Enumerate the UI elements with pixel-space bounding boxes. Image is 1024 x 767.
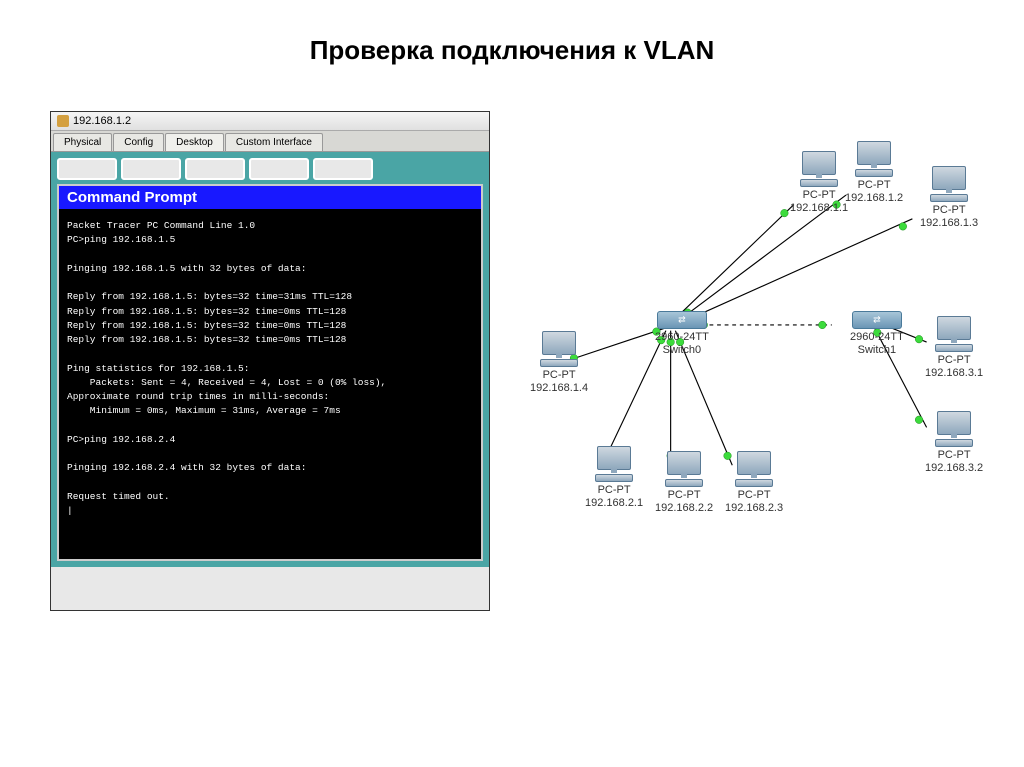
- pc-device[interactable]: PC-PT192.168.2.1: [585, 446, 643, 510]
- desktop-app-icon[interactable]: [185, 158, 245, 180]
- window-title: 192.168.1.2: [73, 115, 131, 127]
- pc-device[interactable]: PC-PT192.168.1.3: [920, 166, 978, 230]
- desktop-app-icon[interactable]: [249, 158, 309, 180]
- pc-icon: [592, 446, 636, 482]
- device-label: PC-PT192.168.3.2: [925, 449, 983, 475]
- network-topology: PC-PT192.168.1.4PC-PT192.168.1.1PC-PT192…: [500, 111, 974, 611]
- command-prompt-window: Command Prompt Packet Tracer PC Command …: [57, 184, 483, 561]
- tab-config[interactable]: Config: [113, 133, 164, 151]
- tab-physical[interactable]: Physical: [53, 133, 112, 151]
- pc-icon: [662, 451, 706, 487]
- command-prompt-output[interactable]: Packet Tracer PC Command Line 1.0 PC>pin…: [59, 209, 481, 559]
- pc-icon: [932, 411, 976, 447]
- packet-tracer-pc-window: 192.168.1.2 Physical Config Desktop Cust…: [50, 111, 490, 611]
- command-prompt-title: Command Prompt: [59, 186, 481, 209]
- device-label: PC-PT192.168.1.4: [530, 369, 588, 395]
- device-label: PC-PT192.168.1.3: [920, 204, 978, 230]
- desktop-app-icon[interactable]: [313, 158, 373, 180]
- pc-icon: [537, 331, 581, 367]
- device-label: PC-PT192.168.1.2: [845, 179, 903, 205]
- pc-icon: [927, 166, 971, 202]
- device-label: PC-PT192.168.2.1: [585, 484, 643, 510]
- pc-device[interactable]: PC-PT192.168.2.2: [655, 451, 713, 515]
- pc-icon: [932, 316, 976, 352]
- tab-bar: Physical Config Desktop Custom Interface: [51, 131, 489, 152]
- pc-icon: [732, 451, 776, 487]
- pc-device[interactable]: PC-PT192.168.2.3: [725, 451, 783, 515]
- desktop-app-row: [57, 158, 483, 180]
- device-label: PC-PT192.168.3.1: [925, 354, 983, 380]
- pc-device[interactable]: PC-PT192.168.3.2: [925, 411, 983, 475]
- desktop-app-icon[interactable]: [57, 158, 117, 180]
- device-label: PC-PT192.168.1.1: [790, 189, 848, 215]
- slide-title: Проверка подключения к VLAN: [0, 0, 1024, 111]
- pc-device[interactable]: PC-PT192.168.3.1: [925, 316, 983, 380]
- switch-icon: [852, 311, 902, 329]
- switch-device[interactable]: 2960-24TTSwitch1: [850, 311, 904, 357]
- desktop-area: Command Prompt Packet Tracer PC Command …: [51, 152, 489, 567]
- switch-device[interactable]: 2960-24TTSwitch0: [655, 311, 709, 357]
- pc-device[interactable]: PC-PT192.168.1.1: [790, 151, 848, 215]
- device-label: PC-PT192.168.2.2: [655, 489, 713, 515]
- desktop-app-icon[interactable]: [121, 158, 181, 180]
- device-label: 2960-24TTSwitch1: [850, 331, 904, 357]
- pc-icon: [797, 151, 841, 187]
- tab-desktop[interactable]: Desktop: [165, 133, 224, 151]
- app-icon: [57, 115, 69, 127]
- switch-icon: [657, 311, 707, 329]
- pc-device[interactable]: PC-PT192.168.1.2: [845, 141, 903, 205]
- pc-device[interactable]: PC-PT192.168.1.4: [530, 331, 588, 395]
- pc-icon: [852, 141, 896, 177]
- window-titlebar[interactable]: 192.168.1.2: [51, 112, 489, 131]
- device-label: PC-PT192.168.2.3: [725, 489, 783, 515]
- tab-custom-interface[interactable]: Custom Interface: [225, 133, 323, 151]
- device-label: 2960-24TTSwitch0: [655, 331, 709, 357]
